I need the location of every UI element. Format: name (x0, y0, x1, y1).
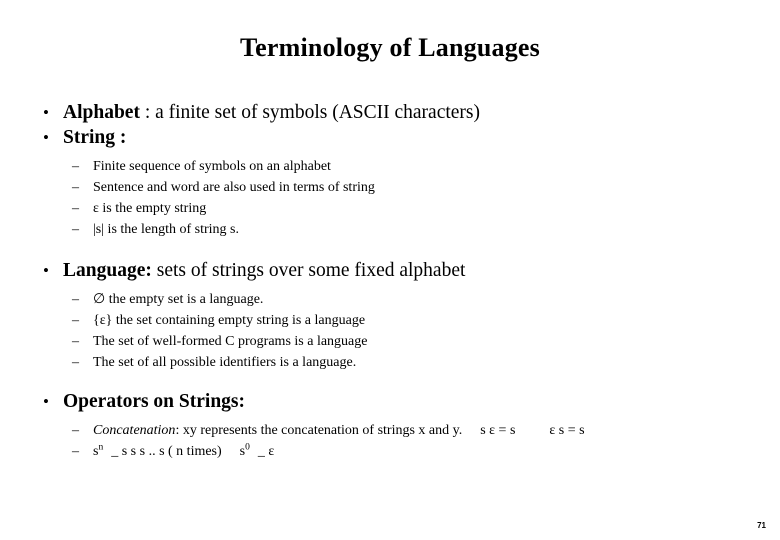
bullet-marker-icon: • (43, 261, 49, 280)
power-exponent-zero: 0 (245, 442, 250, 453)
bullet-group-string: • String : – Finite sequence of symbols on… (0, 125, 780, 240)
bullet-alphabet-lead: Alphabet (63, 102, 140, 123)
slide-body: • Alphabet : a finite set of symbols (ASC… (0, 100, 780, 462)
list-item-label: The set of all possible identifiers is a… (93, 355, 357, 370)
dash-marker-icon: – (72, 292, 79, 307)
power-exponent-n: n (98, 442, 104, 453)
list-item: – The set of all possible identifiers is … (0, 352, 780, 373)
list-item: – {ε} the set containing empty string is … (0, 310, 780, 331)
list-item-label: |s| is the length of string s. (93, 222, 239, 237)
bullet-string-lead: String : (63, 127, 127, 148)
list-item: – Finite sequence of symbols on an alphab… (0, 156, 780, 177)
slide-root: Terminology of Languages • Alphabet : a f… (0, 0, 780, 540)
concatenation-description: : xy represents the concatenation of str… (175, 423, 463, 438)
concatenation-term: Concatenation (93, 423, 176, 438)
list-item: – The set of well-formed C programs is a … (0, 331, 780, 352)
dash-marker-icon: – (72, 313, 79, 328)
dash-marker-icon: – (72, 444, 79, 459)
sub-list-string: – Finite sequence of symbols on an alphab… (0, 156, 780, 240)
bullet-alphabet: • Alphabet : a finite set of symbols (ASC… (0, 100, 780, 125)
bullet-marker-icon: • (43, 392, 49, 411)
bullet-operators-lead: Operators on Strings: (63, 391, 245, 412)
bullet-marker-icon: • (43, 128, 49, 147)
bullet-language-rest: sets of strings over some fixed alphabet (151, 260, 466, 281)
list-item-label: {ε} the set containing empty string is a… (93, 313, 366, 328)
list-item-label: The set of well-formed C programs is a l… (93, 334, 368, 349)
dash-marker-icon: – (72, 423, 79, 438)
list-item: – ε is the empty string (0, 198, 780, 219)
list-item: – Sentence and word are also used in term… (0, 177, 780, 198)
concatenation-identity-left: ε s = s (549, 423, 585, 438)
list-item-label: Finite sequence of symbols on an alphabe… (93, 159, 331, 174)
dash-marker-icon: – (72, 201, 79, 216)
list-item-label: ∅ the empty set is a language. (93, 292, 264, 307)
list-item-power: – sn _ s s s .. s ( n times) s0 _ ε (0, 441, 780, 462)
dash-marker-icon: – (72, 159, 79, 174)
sub-list-language: – ∅ the empty set is a language. – {ε} the… (0, 289, 780, 373)
list-item: – ∅ the empty set is a language. (0, 289, 780, 310)
list-item-concatenation: – Concatenation: xy represents the concat… (0, 420, 780, 441)
list-item-label: ε is the empty string (93, 201, 207, 216)
power-zero-value: _ ε (257, 444, 275, 459)
dash-marker-icon: – (72, 334, 79, 349)
bullet-group-alphabet: • Alphabet : a finite set of symbols (ASC… (0, 100, 780, 125)
bullet-operators: • Operators on Strings: (0, 389, 780, 414)
power-expansion: _ s s s .. s ( n times) (111, 444, 222, 459)
bullet-language: • Language: sets of strings over some fix… (0, 258, 780, 283)
bullet-alphabet-rest: : a finite set of symbols (ASCII charact… (139, 102, 481, 123)
dash-marker-icon: – (72, 180, 79, 195)
dash-marker-icon: – (72, 355, 79, 370)
concatenation-identity-right: s ε = s (480, 423, 516, 438)
bullet-marker-icon: • (43, 103, 49, 122)
bullet-group-operators: • Operators on Strings: – Concatenation: x… (0, 389, 780, 462)
list-item: – |s| is the length of string s. (0, 219, 780, 240)
dash-marker-icon: – (72, 222, 79, 237)
bullet-group-language: • Language: sets of strings over some fix… (0, 258, 780, 373)
page-title: Terminology of Languages (240, 33, 540, 62)
bullet-language-lead: Language: (63, 260, 152, 281)
page-number: 71 (757, 521, 766, 530)
bullet-string: • String : (0, 125, 780, 150)
list-item-label: Sentence and word are also used in terms… (93, 180, 375, 195)
sub-list-operators: – Concatenation: xy represents the concat… (0, 420, 780, 462)
